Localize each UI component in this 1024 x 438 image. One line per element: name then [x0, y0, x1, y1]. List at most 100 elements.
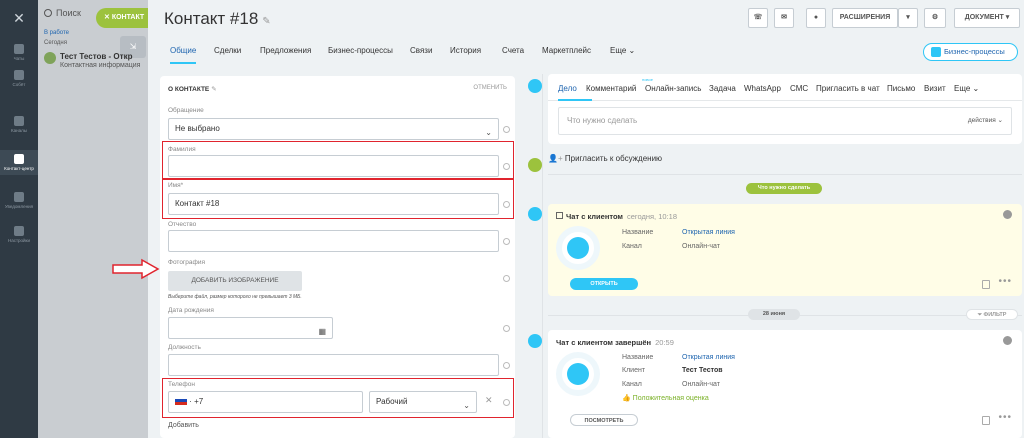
divider: [548, 100, 1022, 101]
editor-tab-sms[interactable]: СМС: [790, 84, 808, 93]
extensions-dropdown[interactable]: ▾: [898, 8, 918, 28]
name-input[interactable]: Контакт #18: [168, 193, 499, 215]
activity-editor: Дело Комментарий новое Онлайн-запись Зад…: [548, 74, 1022, 144]
gear-icon[interactable]: [503, 163, 510, 170]
salutation-select[interactable]: Не выбрано ⌄: [168, 118, 499, 140]
editor-tab-online-booking[interactable]: Онлайн-запись: [645, 84, 701, 93]
event-title: Чат с клиентом завершён 20:59: [556, 338, 674, 347]
invite-discussion-link[interactable]: 👤+ Пригласить к обсуждению: [548, 154, 662, 163]
gear-icon[interactable]: [503, 275, 510, 282]
extensions-button[interactable]: РАСШИРЕНИЯ: [832, 8, 898, 28]
gear-icon[interactable]: [503, 126, 510, 133]
tab-business-processes[interactable]: Бизнес-процессы: [328, 42, 393, 64]
event-card-chat-finished: Чат с клиентом завершён 20:59 Название От…: [548, 330, 1022, 438]
pencil-icon[interactable]: ✎: [262, 16, 270, 27]
contact-center-icon: [14, 154, 24, 164]
more-icon[interactable]: •••: [998, 412, 1012, 423]
document-button[interactable]: ДОКУМЕНТ ▾: [954, 8, 1020, 28]
note-icon[interactable]: [982, 416, 990, 425]
search-icon: [44, 9, 52, 17]
rating: 👍 Положительная оценка: [622, 395, 709, 402]
nav-item-channels[interactable]: Каналы: [0, 116, 38, 133]
editor-tab-invite-chat[interactable]: Пригласить в чат: [816, 84, 880, 93]
editor-tab-delo[interactable]: Дело: [558, 84, 577, 93]
skype-button[interactable]: ●: [806, 8, 826, 28]
position-input[interactable]: [168, 354, 499, 376]
nav-item-chats[interactable]: Чаты: [0, 44, 38, 61]
tab-general[interactable]: Общие: [170, 42, 197, 64]
nav-item-contact-center[interactable]: Контакт-центр: [0, 150, 38, 175]
editor-tab-whatsapp[interactable]: WhatsApp: [744, 84, 781, 93]
filter-button[interactable]: ⏷ ФИЛЬТР: [966, 309, 1018, 320]
phone-button[interactable]: ☏: [748, 8, 768, 28]
todo-pill: Что нужно сделать: [746, 183, 822, 194]
kv-key: Канал: [622, 243, 642, 250]
search-input[interactable]: Поиск: [44, 8, 81, 18]
view-button[interactable]: ПОСМОТРЕТЬ: [570, 414, 638, 426]
editor-tab-email[interactable]: Письмо: [887, 84, 915, 93]
cancel-link[interactable]: ОТМЕНИТЬ: [473, 85, 507, 91]
mail-button[interactable]: ✉: [774, 8, 794, 28]
kv-value-link[interactable]: Открытая линия: [682, 229, 735, 236]
avatar: [44, 52, 56, 64]
section-header: О КОНТАКТЕ ✎: [168, 86, 217, 93]
date-label: Сегодня: [44, 40, 67, 46]
phone-type-select[interactable]: Рабочий ⌄: [369, 391, 477, 413]
lastname-input[interactable]: [168, 155, 499, 177]
checkbox[interactable]: [556, 212, 563, 219]
gear-icon[interactable]: [503, 238, 510, 245]
add-image-button[interactable]: ДОБАВИТЬ ИЗОБРАЖЕНИЕ: [168, 271, 302, 291]
background-chat-list: Поиск ✕ КОНТАКТ В работе Сегодня ⇲ Тест …: [38, 0, 148, 438]
bell-icon: [14, 192, 24, 202]
photo-hint: Выберите файл, размер которого не превыш…: [168, 294, 302, 300]
nav-item-sobyt[interactable]: Собёт: [0, 70, 38, 87]
close-icon[interactable]: ✕: [0, 0, 38, 36]
chevron-down-icon: ⌄: [463, 401, 470, 410]
open-button[interactable]: ОТКРЫТЬ: [570, 278, 638, 290]
field-label: Обращение: [168, 107, 204, 114]
phone-icon: ☏: [753, 14, 763, 21]
close-icon[interactable]: ✕: [485, 395, 493, 406]
tab-links[interactable]: Связи: [410, 42, 432, 64]
chat-bubble-icon: [528, 79, 542, 93]
kv-key: Название: [622, 229, 654, 236]
contact-form-card: О КОНТАКТЕ ✎ ОТМЕНИТЬ Обращение Не выбран…: [160, 76, 515, 438]
tab-invoices[interactable]: Счета: [502, 42, 524, 64]
middlename-input[interactable]: [168, 230, 499, 252]
gear-icon[interactable]: [503, 399, 510, 406]
divider: [548, 174, 1022, 175]
nav-item-notifications[interactable]: Уведомления: [0, 192, 38, 209]
user-icon[interactable]: [1003, 210, 1012, 219]
skype-icon: [528, 207, 542, 221]
todo-input[interactable]: Что нужно сделать действия ⌄: [558, 107, 1012, 135]
phone-input[interactable]: · +7: [168, 391, 363, 413]
gear-icon[interactable]: [503, 201, 510, 208]
kv-value-link[interactable]: Открытая линия: [682, 354, 735, 361]
user-icon[interactable]: [1003, 336, 1012, 345]
thumbs-up-icon: 👍: [622, 395, 631, 402]
nav-item-settings[interactable]: Настройки: [0, 226, 38, 243]
active-tab-indicator: [558, 99, 592, 101]
tab-marketplace[interactable]: Маркетплейс: [542, 42, 591, 64]
openline-icon: [567, 363, 589, 385]
add-contact-button[interactable]: ✕ КОНТАКТ: [96, 8, 148, 28]
tab-proposals[interactable]: Предложения: [260, 42, 311, 64]
editor-tab-comment[interactable]: Комментарий: [586, 84, 636, 93]
editor-tab-more[interactable]: Еще ⌄: [954, 84, 979, 93]
gear-icon[interactable]: [503, 362, 510, 369]
filter-icon: ⏷: [977, 312, 982, 318]
add-link[interactable]: Добавить: [168, 422, 199, 429]
business-processes-button[interactable]: Бизнес-процессы: [923, 43, 1018, 61]
editor-tab-visit[interactable]: Визит: [924, 84, 946, 93]
tab-more[interactable]: Еще ⌄: [610, 42, 635, 64]
birthday-input[interactable]: ▦: [168, 317, 333, 339]
gear-icon[interactable]: [503, 325, 510, 332]
more-icon[interactable]: •••: [998, 276, 1012, 287]
note-icon[interactable]: [982, 280, 990, 289]
tab-history[interactable]: История: [450, 42, 481, 64]
actions-dropdown[interactable]: действия ⌄: [968, 108, 1003, 134]
settings-button[interactable]: ⚙: [924, 8, 946, 28]
tab-deals[interactable]: Сделки: [214, 42, 241, 64]
pencil-icon[interactable]: ✎: [211, 86, 216, 93]
editor-tab-task[interactable]: Задача: [709, 84, 736, 93]
